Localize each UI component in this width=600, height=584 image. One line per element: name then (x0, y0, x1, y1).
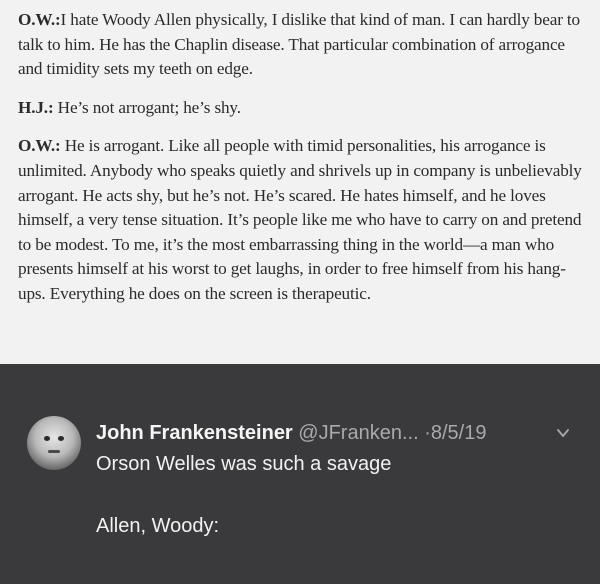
speaker-label: H.J.: (18, 97, 54, 117)
avatar-mouth (48, 450, 60, 453)
paragraph-1: O.W.:I hate Woody Allen physically, I di… (18, 8, 590, 82)
avatar-eye (58, 436, 64, 441)
avatar-eye (44, 436, 50, 441)
separator-dot: · (424, 422, 431, 444)
chevron-down-icon[interactable] (557, 428, 569, 438)
speaker-label: O.W.: (18, 136, 61, 156)
paragraph-text: I hate Woody Allen physically, I dislike… (18, 10, 580, 79)
tweet-text-line: Orson Welles was such a savage (96, 453, 392, 475)
tweet-text: Orson Welles was such a savage Allen, Wo… (96, 451, 391, 539)
paragraph-3: O.W.: He is arrogant. Like all people wi… (18, 134, 590, 306)
tweet-text-line: Allen, Woody: (96, 515, 220, 537)
speaker-label: O.W.: (18, 10, 61, 29)
author-handle[interactable]: @JFranken... (298, 422, 418, 444)
tweet-header: John Frankensteiner @JFranken... ·8/5/19 (96, 420, 486, 446)
avatar[interactable] (27, 416, 81, 470)
author-name[interactable]: John Frankensteiner (96, 422, 293, 444)
book-excerpt-image: O.W.:I hate Woody Allen physically, I di… (0, 0, 600, 364)
tweet-date[interactable]: 8/5/19 (431, 422, 487, 444)
paragraph-2: H.J.: He’s not arrogant; he’s shy. (18, 96, 590, 121)
paragraph-text: He is arrogant. Like all people with tim… (18, 136, 582, 303)
paragraph-text: He’s not arrogant; he’s shy. (53, 97, 241, 117)
